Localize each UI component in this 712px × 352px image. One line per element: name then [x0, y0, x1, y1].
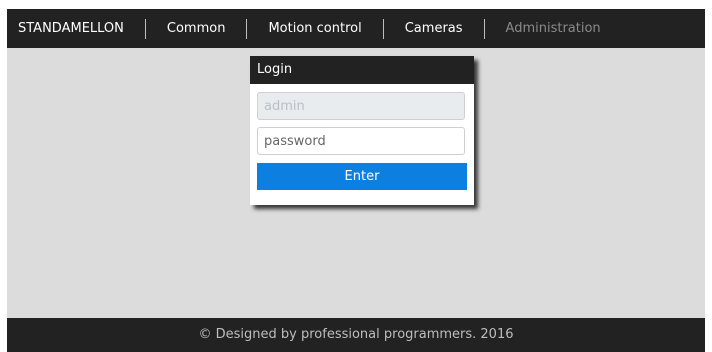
- password-field[interactable]: [257, 127, 465, 155]
- enter-button[interactable]: Enter: [257, 163, 467, 190]
- nav-item-cameras[interactable]: Cameras: [384, 19, 484, 39]
- username-field: [257, 92, 465, 120]
- login-panel: Login Enter: [250, 56, 474, 205]
- login-title: Login: [250, 56, 474, 84]
- nav-item-administration[interactable]: Administration: [485, 19, 622, 39]
- footer-text: © Designed by professional programmers. …: [7, 318, 705, 352]
- top-navbar: STANDAMELLON Common Motion control Camer…: [7, 9, 705, 48]
- app-frame: STANDAMELLON Common Motion control Camer…: [7, 9, 705, 352]
- nav-item-motion-control[interactable]: Motion control: [247, 19, 382, 39]
- nav-brand[interactable]: STANDAMELLON: [7, 19, 145, 39]
- nav-item-common[interactable]: Common: [146, 19, 247, 39]
